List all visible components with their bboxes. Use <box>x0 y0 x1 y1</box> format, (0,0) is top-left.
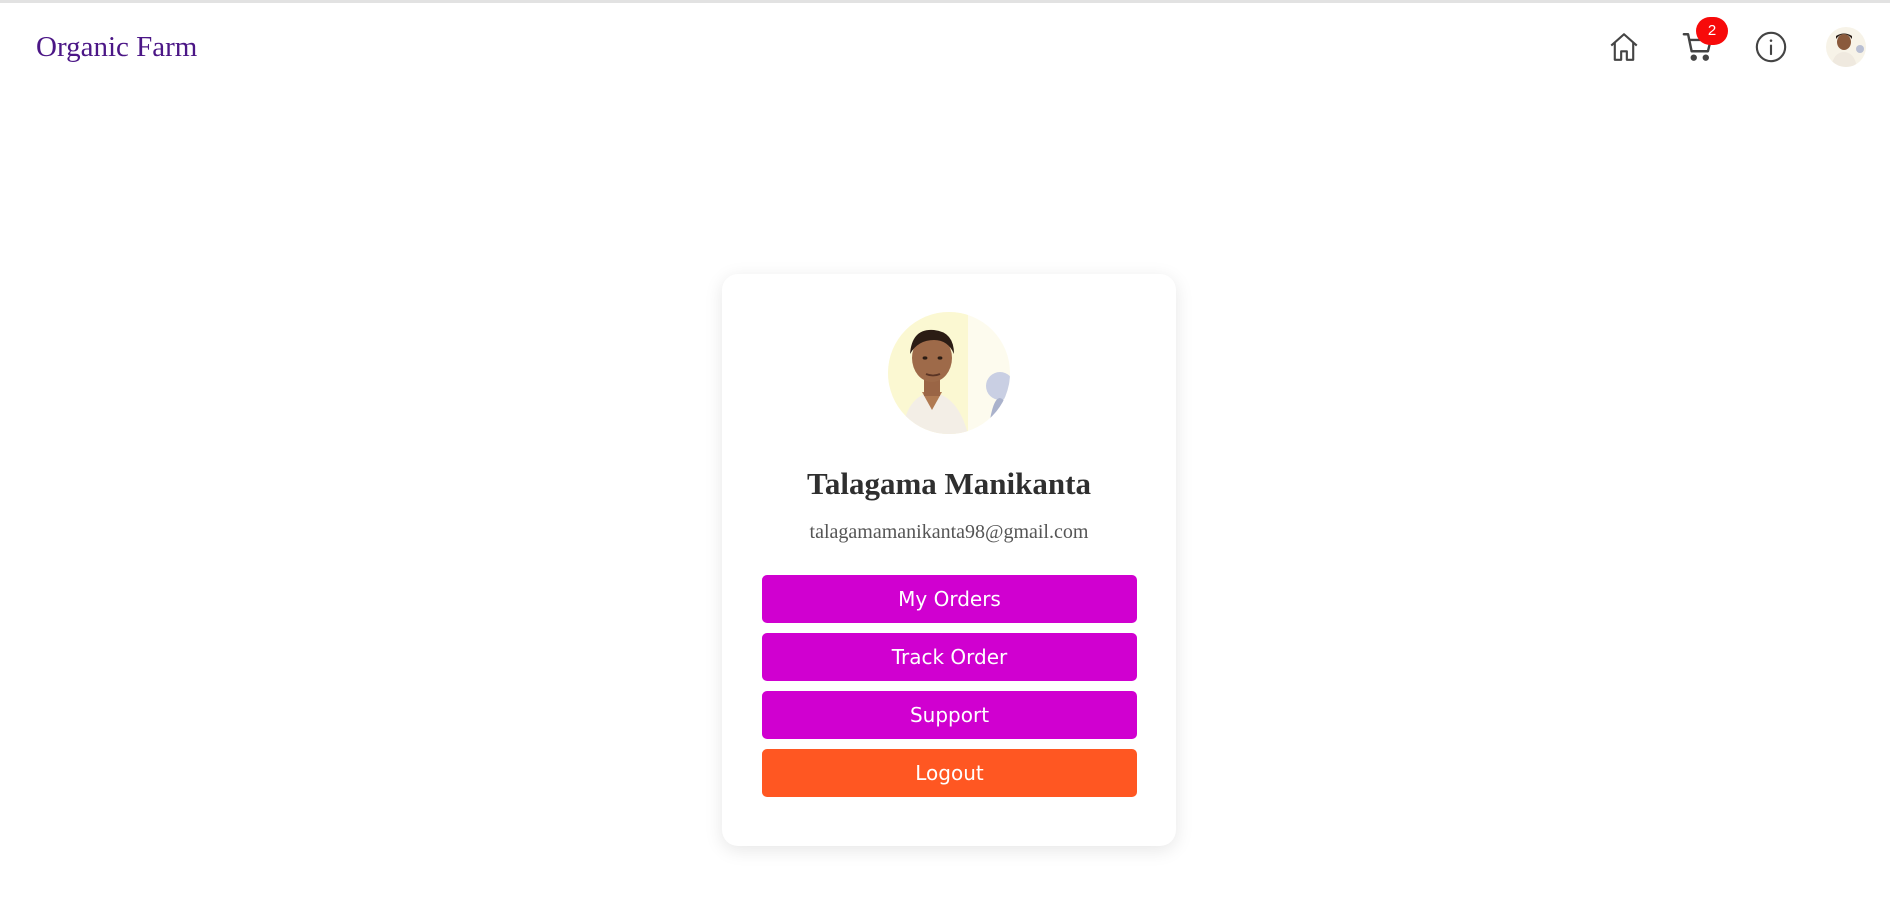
home-icon <box>1607 30 1641 64</box>
logout-button[interactable]: Logout <box>762 749 1137 797</box>
navbar: Organic Farm 2 <box>0 3 1890 93</box>
my-orders-button[interactable]: My Orders <box>762 575 1137 623</box>
about-link[interactable] <box>1751 27 1791 67</box>
profile-email: talagamamanikanta98@gmail.com <box>809 521 1089 543</box>
user-avatar[interactable] <box>1826 27 1866 67</box>
track-order-button[interactable]: Track Order <box>762 633 1137 681</box>
support-button[interactable]: Support <box>762 691 1137 739</box>
brand-logo[interactable]: Organic Farm <box>36 31 197 64</box>
info-icon <box>1754 30 1788 64</box>
home-link[interactable] <box>1604 27 1644 67</box>
profile-name: Talagama Manikanta <box>807 466 1091 501</box>
cart-count-badge: 2 <box>1696 17 1728 45</box>
profile-photo <box>888 312 1010 434</box>
profile-card: Talagama Manikanta talagamamanikanta98@g… <box>722 274 1176 846</box>
